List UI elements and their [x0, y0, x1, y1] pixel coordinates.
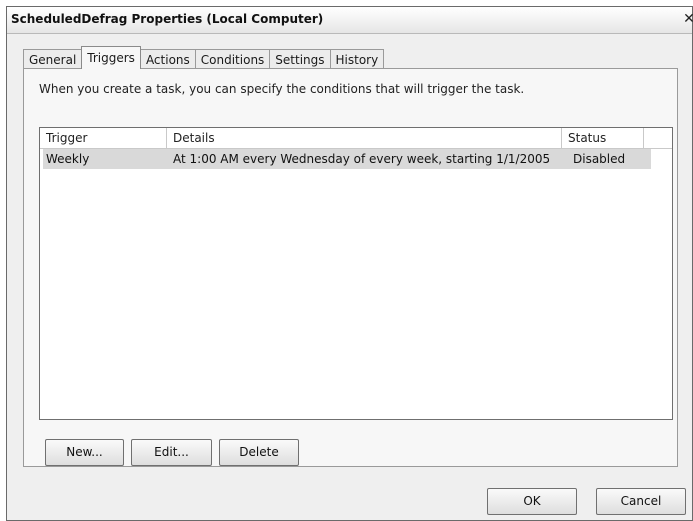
tab-strip: General Triggers Actions Conditions Sett… — [23, 46, 385, 69]
tab-actions[interactable]: Actions — [139, 49, 196, 69]
tab-settings[interactable]: Settings — [269, 49, 331, 69]
title-bar: ScheduledDefrag Properties (Local Comput… — [7, 7, 693, 34]
table-row[interactable]: Weekly At 1:00 AM every Wednesday of eve… — [43, 149, 651, 169]
cell-details: At 1:00 AM every Wednesday of every week… — [173, 152, 551, 166]
list-header: Trigger Details Status — [40, 128, 672, 149]
tab-conditions[interactable]: Conditions — [194, 49, 271, 69]
cell-trigger: Weekly — [46, 152, 90, 166]
tab-history[interactable]: History — [329, 49, 385, 69]
edit-button[interactable]: Edit... — [131, 439, 212, 466]
window-title: ScheduledDefrag Properties (Local Comput… — [11, 12, 324, 26]
triggers-list[interactable]: Trigger Details Status Weekly At 1:00 AM… — [39, 127, 673, 420]
properties-dialog: ScheduledDefrag Properties (Local Comput… — [6, 6, 693, 521]
column-header-status[interactable]: Status — [562, 128, 644, 148]
triggers-panel: When you create a task, you can specify … — [23, 68, 678, 467]
new-button[interactable]: New... — [45, 439, 124, 466]
ok-button[interactable]: OK — [487, 488, 577, 515]
column-header-trigger[interactable]: Trigger — [40, 128, 167, 148]
triggers-description: When you create a task, you can specify … — [39, 82, 525, 96]
tab-triggers[interactable]: Triggers — [81, 46, 141, 69]
tab-general[interactable]: General — [23, 49, 83, 69]
cell-status: Disabled — [573, 152, 626, 166]
delete-button[interactable]: Delete — [219, 439, 299, 466]
cancel-button[interactable]: Cancel — [596, 488, 686, 515]
close-icon[interactable]: ✕ — [682, 11, 693, 27]
column-header-details[interactable]: Details — [167, 128, 562, 148]
